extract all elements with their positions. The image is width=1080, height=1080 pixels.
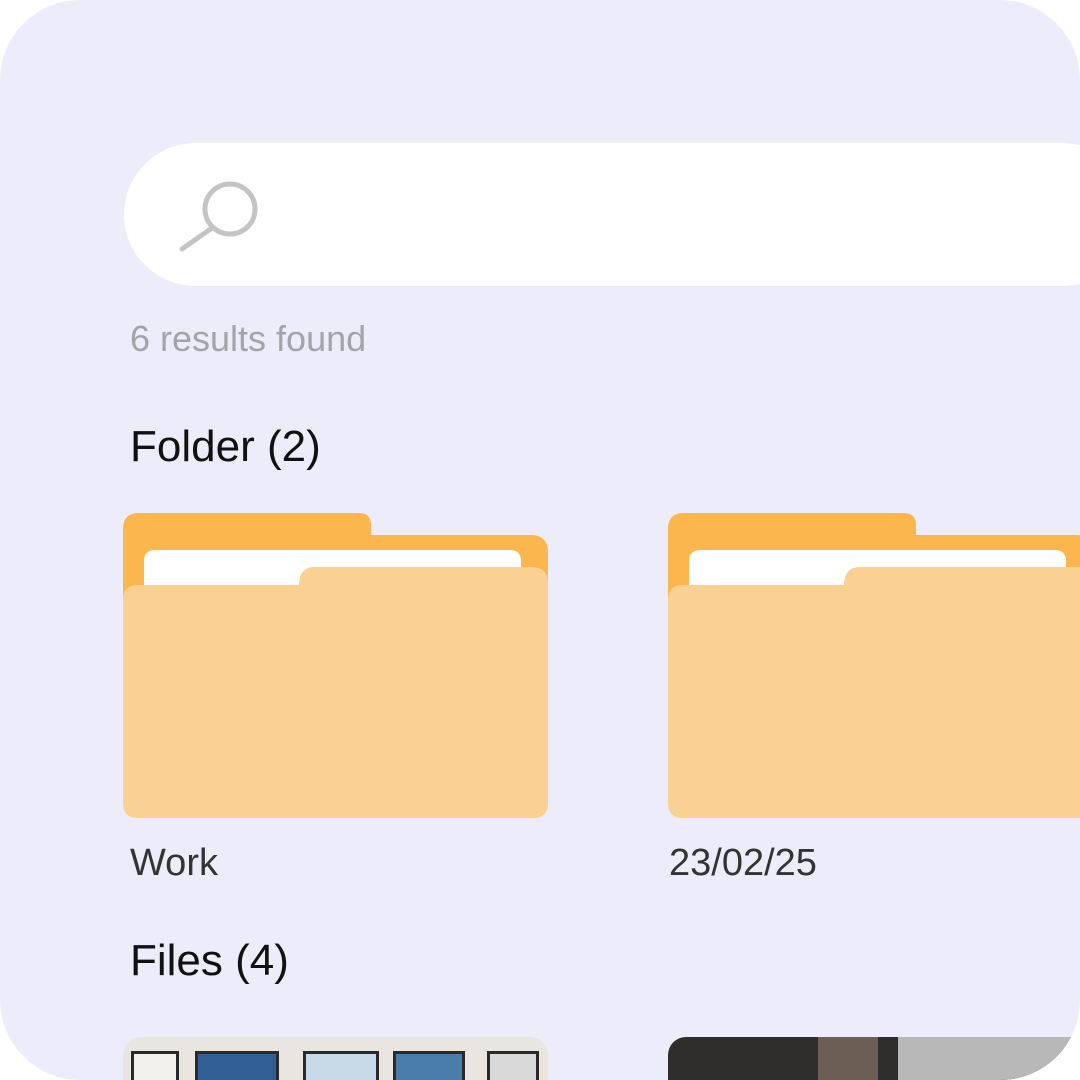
folder-icon [123, 513, 548, 818]
folder-label: Work [130, 842, 218, 884]
folder-item-work[interactable] [123, 513, 548, 818]
photo-detail [898, 1037, 1080, 1080]
folders-section-title: Folder (2) [130, 422, 321, 471]
results-count: 6 results found [130, 318, 367, 359]
search-results-screen: 6 results found Folder (2) Work 23/02/25… [0, 0, 1080, 1080]
search-icon [179, 181, 258, 252]
search-bar[interactable] [124, 143, 1080, 286]
folder-label: 23/02/25 [669, 842, 817, 884]
photo-frame [131, 1051, 179, 1080]
photo-frame [393, 1051, 465, 1080]
file-thumbnail[interactable] [668, 1037, 1080, 1080]
folder-icon [668, 513, 1080, 818]
photo-frame [487, 1051, 539, 1080]
folder-item-dated[interactable] [668, 513, 1080, 818]
files-section-title: Files (4) [130, 936, 289, 985]
photo-frame [195, 1051, 279, 1080]
file-thumbnail[interactable] [123, 1037, 548, 1080]
photo-detail [818, 1037, 878, 1080]
photo-frame [303, 1051, 379, 1080]
